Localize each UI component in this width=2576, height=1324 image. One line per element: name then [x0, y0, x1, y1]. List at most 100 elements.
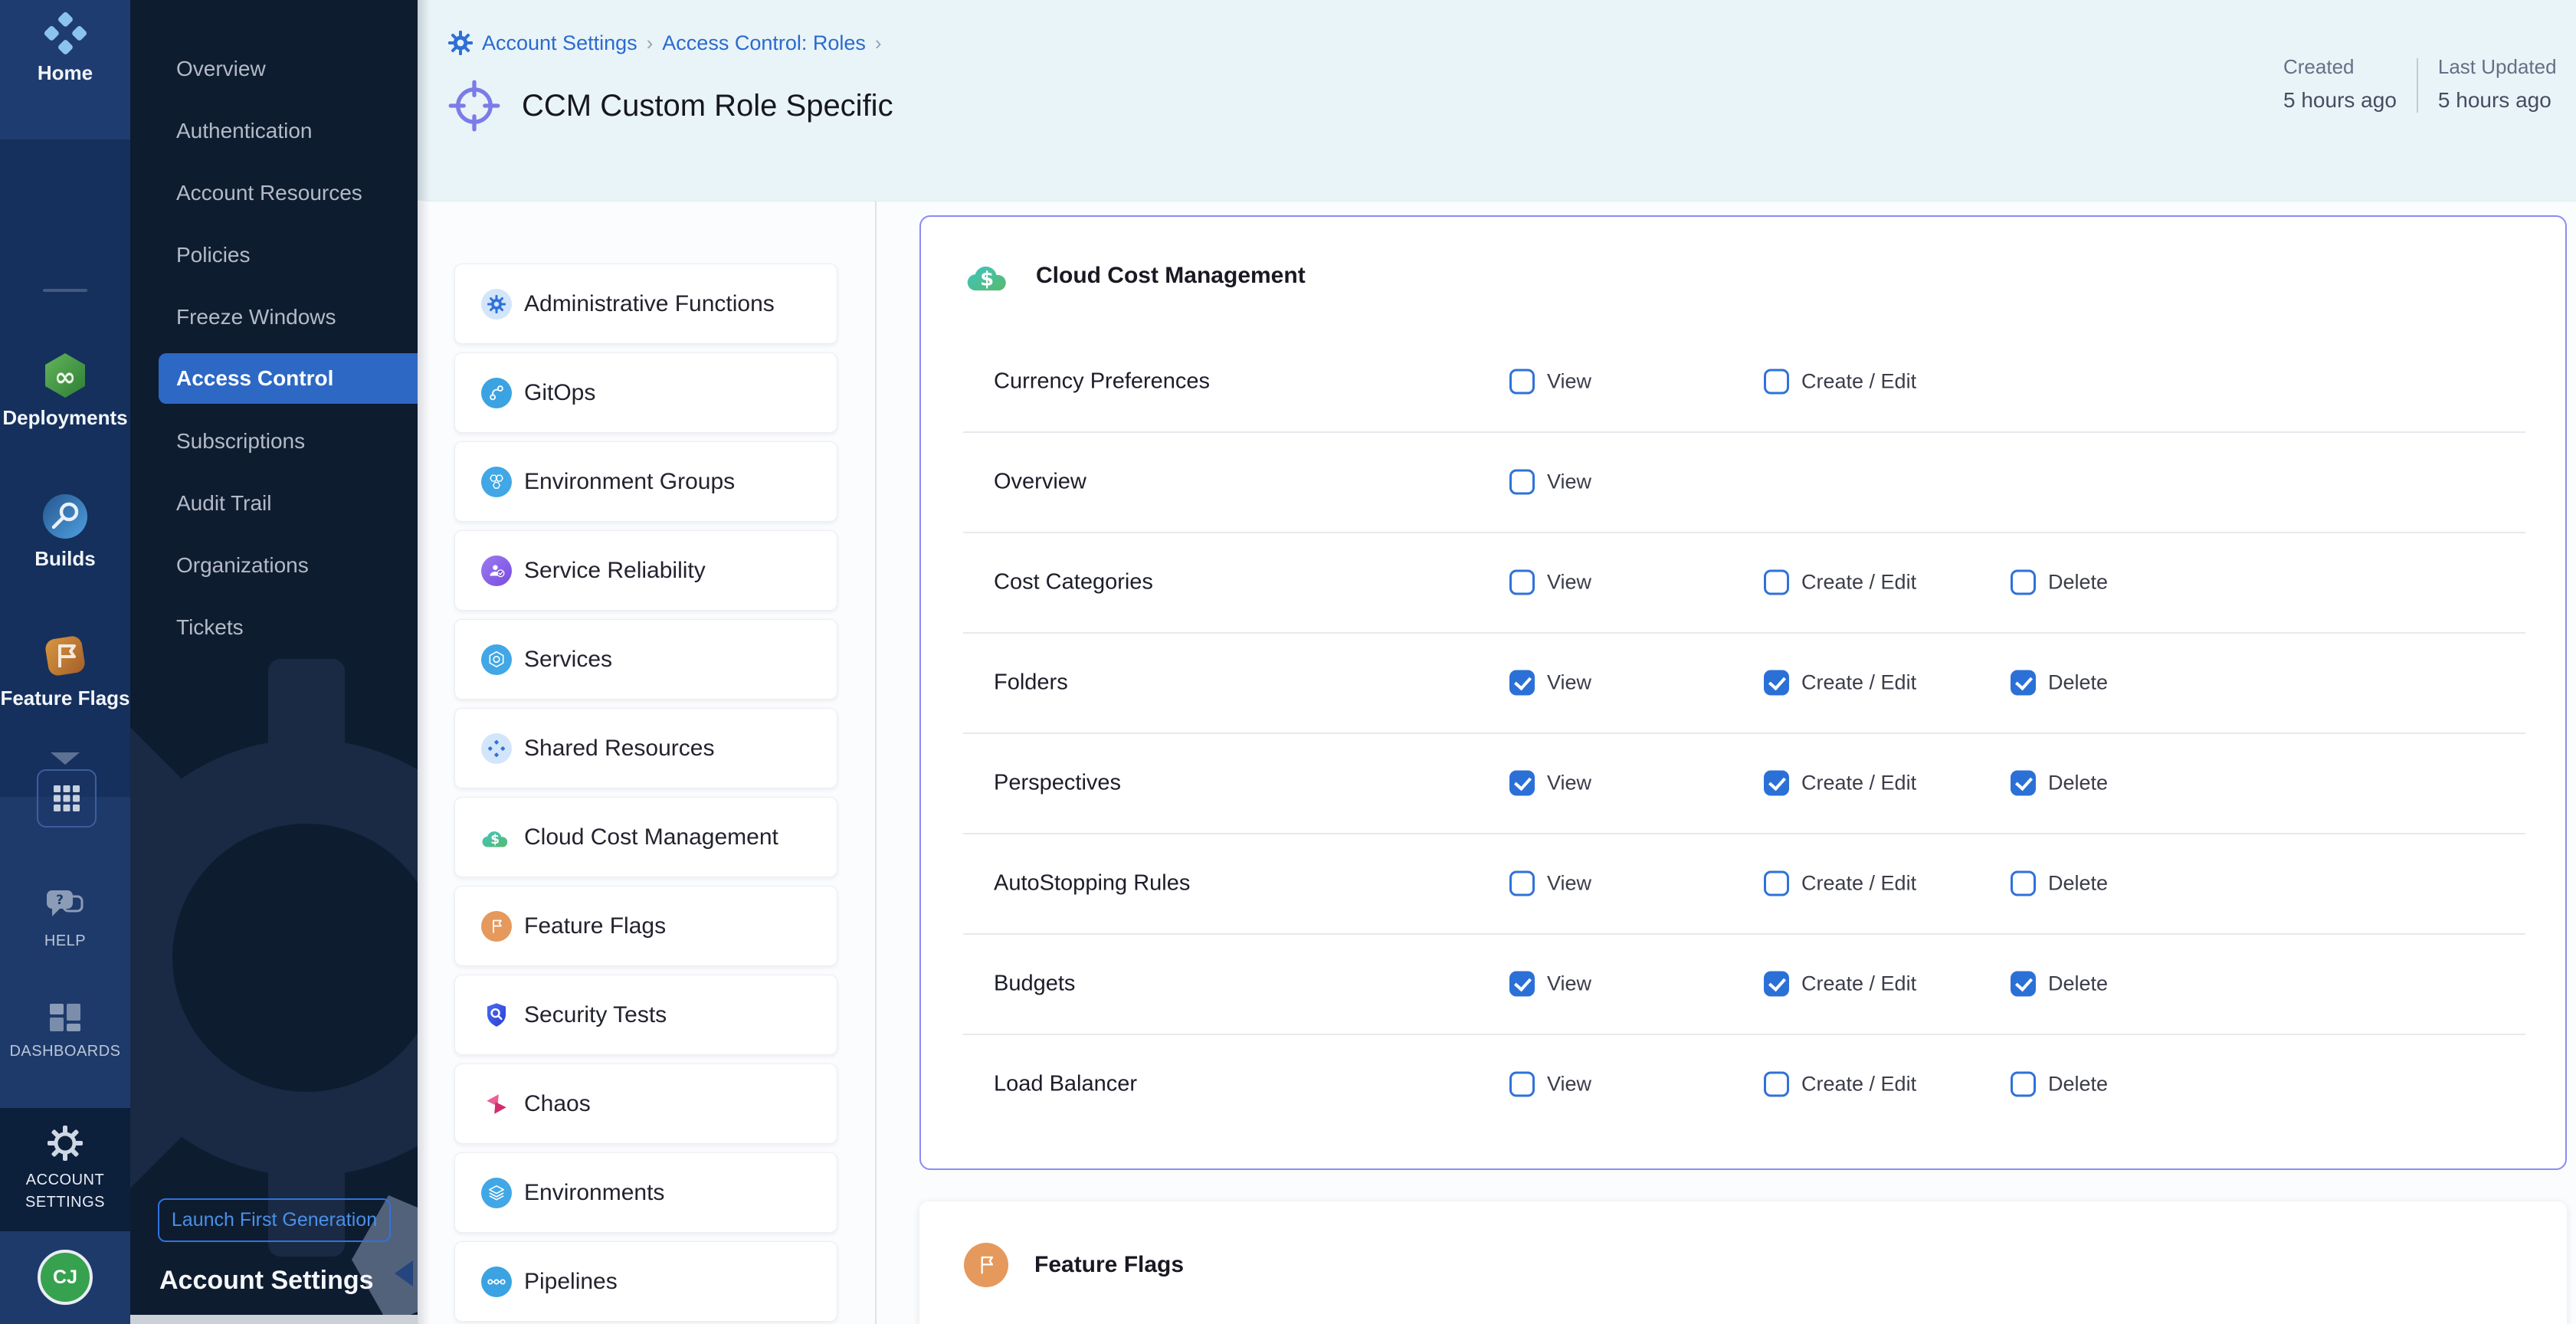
collapse-sidebar-icon[interactable] [395, 1260, 413, 1286]
breadcrumb-account-settings[interactable]: Account Settings [482, 31, 637, 55]
resource-group-gitops[interactable]: GitOps [454, 352, 837, 433]
rail-item-deployments[interactable]: ∞ Deployments [0, 351, 130, 430]
services-hexagon-icon [481, 644, 512, 675]
permission-row: BudgetsViewCreate / EditDelete [921, 933, 2565, 1034]
sidebar-item-access-control[interactable]: Access Control [159, 353, 418, 404]
resource-group-label: Services [524, 647, 612, 673]
permission-row: OverviewView [921, 431, 2565, 532]
permission-cell: Delete [2011, 670, 2108, 695]
resource-group-feature-flags[interactable]: Feature Flags [454, 886, 837, 966]
permission-cell: Create / Edit [1764, 870, 1916, 896]
rail-label: Home [38, 61, 93, 85]
checkbox-delete[interactable] [2011, 870, 2036, 896]
resource-group-pipelines[interactable]: Pipelines [454, 1241, 837, 1322]
sidebar-item-audit-trail[interactable]: Audit Trail [130, 472, 418, 534]
sidebar-item-account-resources[interactable]: Account Resources [130, 162, 418, 224]
permission-cell: View [1509, 670, 1591, 695]
checkbox-create-edit[interactable] [1764, 1071, 1789, 1096]
resource-group-services[interactable]: Services [454, 619, 837, 700]
role-target-icon [448, 80, 500, 132]
checkbox-delete[interactable] [2011, 1071, 2036, 1096]
service-reliability-icon [481, 555, 512, 586]
checkbox-view[interactable] [1509, 569, 1535, 595]
checkbox-view[interactable] [1509, 369, 1535, 394]
sidebar-item-tickets[interactable]: Tickets [130, 596, 418, 658]
rail-label: Feature Flags [0, 687, 129, 710]
created-meta: Created 5 hours ago [2283, 55, 2397, 113]
rail-item-feature-flags[interactable]: Feature Flags [0, 631, 130, 710]
checkbox-create-edit[interactable] [1764, 670, 1789, 695]
permission-cell: View [1509, 569, 1591, 595]
checkbox-create-edit[interactable] [1764, 369, 1789, 394]
resource-group-chaos[interactable]: Chaos [454, 1063, 837, 1144]
sidebar-item-freeze-windows[interactable]: Freeze Windows [130, 286, 418, 348]
sidebar-item-authentication[interactable]: Authentication [130, 100, 418, 162]
checkbox-label: View [1547, 570, 1591, 594]
last-updated-meta: Last Updated 5 hours ago [2438, 55, 2557, 113]
resource-group-cloud-cost-management[interactable]: $ Cloud Cost Management [454, 797, 837, 877]
sidebar-item-subscriptions[interactable]: Subscriptions [130, 410, 418, 472]
checkbox-create-edit[interactable] [1764, 870, 1789, 896]
permission-row-label: Cost Categories [994, 569, 1153, 595]
checkbox-label: Create / Edit [1801, 369, 1916, 393]
grid-icon [52, 784, 81, 813]
sidebar-item-organizations[interactable]: Organizations [130, 534, 418, 596]
rail-item-builds[interactable]: Builds [0, 492, 130, 571]
avatar: CJ [38, 1250, 93, 1305]
breadcrumb: Account Settings › Access Control: Roles… [448, 31, 882, 55]
chevron-down-icon[interactable] [51, 752, 80, 765]
flag-icon [481, 911, 512, 942]
rail-item-dashboards[interactable]: DASHBOARDS [0, 1002, 130, 1063]
help-chat-icon: ? [44, 887, 87, 923]
checkbox-label: View [1547, 470, 1591, 493]
last-updated-value: 5 hours ago [2438, 88, 2557, 113]
checkbox-label: Create / Edit [1801, 670, 1916, 694]
rail-label: Deployments [2, 406, 127, 430]
cloud-dollar-icon: $ [965, 258, 1013, 293]
breadcrumb-access-control-roles[interactable]: Access Control: Roles [662, 31, 866, 55]
resource-group-label: Environment Groups [524, 469, 735, 495]
checkbox-view[interactable] [1509, 971, 1535, 996]
rail-label: DASHBOARDS [9, 1041, 120, 1063]
module-rail: Home Projects ∞ Deployments Bu [0, 0, 130, 1324]
checkbox-view[interactable] [1509, 469, 1535, 494]
rail-item-home[interactable]: Home [0, 11, 130, 85]
sidebar-item-policies[interactable]: Policies [130, 224, 418, 286]
permission-row-label: Budgets [994, 971, 1075, 996]
rail-item-help[interactable]: ? HELP [0, 887, 130, 952]
checkbox-view[interactable] [1509, 770, 1535, 795]
rail-modules-section: ∞ Deployments Builds Feature Flags [0, 139, 130, 797]
sidebar-item-overview[interactable]: Overview [130, 38, 418, 100]
resource-group-security-tests[interactable]: Security Tests [454, 975, 837, 1055]
checkbox-create-edit[interactable] [1764, 971, 1789, 996]
checkbox-view[interactable] [1509, 1071, 1535, 1096]
environment-groups-icon [481, 467, 512, 497]
checkbox-label: View [1547, 369, 1591, 393]
checkbox-view[interactable] [1509, 870, 1535, 896]
checkbox-delete[interactable] [2011, 770, 2036, 795]
svg-text:?: ? [56, 893, 64, 908]
checkbox-delete[interactable] [2011, 971, 2036, 996]
checkbox-delete[interactable] [2011, 569, 2036, 595]
resource-group-administrative-functions[interactable]: Administrative Functions [454, 264, 837, 344]
launch-first-generation-button[interactable]: Launch First Generation [158, 1198, 391, 1242]
resource-group-service-reliability[interactable]: Service Reliability [454, 530, 837, 611]
checkbox-create-edit[interactable] [1764, 770, 1789, 795]
checkbox-create-edit[interactable] [1764, 569, 1789, 595]
checkbox-delete[interactable] [2011, 670, 2036, 695]
pipelines-nodes-icon [481, 1267, 512, 1297]
permission-cell: View [1509, 369, 1591, 394]
permissions-card-cloud-cost-management: $ Cloud Cost Management Currency Prefere… [919, 215, 2567, 1170]
checkbox-label: Create / Edit [1801, 1072, 1916, 1096]
module-selector-button[interactable] [37, 769, 97, 828]
svg-text:$: $ [980, 267, 994, 290]
resource-group-environment-groups[interactable]: Environment Groups [454, 441, 837, 522]
checkbox-view[interactable] [1509, 670, 1535, 695]
user-avatar[interactable]: CJ [0, 1250, 130, 1305]
resource-group-shared-resources[interactable]: Shared Resources [454, 708, 837, 788]
resource-group-label: Security Tests [524, 1002, 667, 1028]
rail-item-account-settings[interactable]: ACCOUNT SETTINGS [0, 1125, 130, 1214]
permission-cell: Create / Edit [1764, 569, 1916, 595]
chaos-icon [481, 1089, 512, 1119]
resource-group-environments[interactable]: Environments [454, 1152, 837, 1233]
